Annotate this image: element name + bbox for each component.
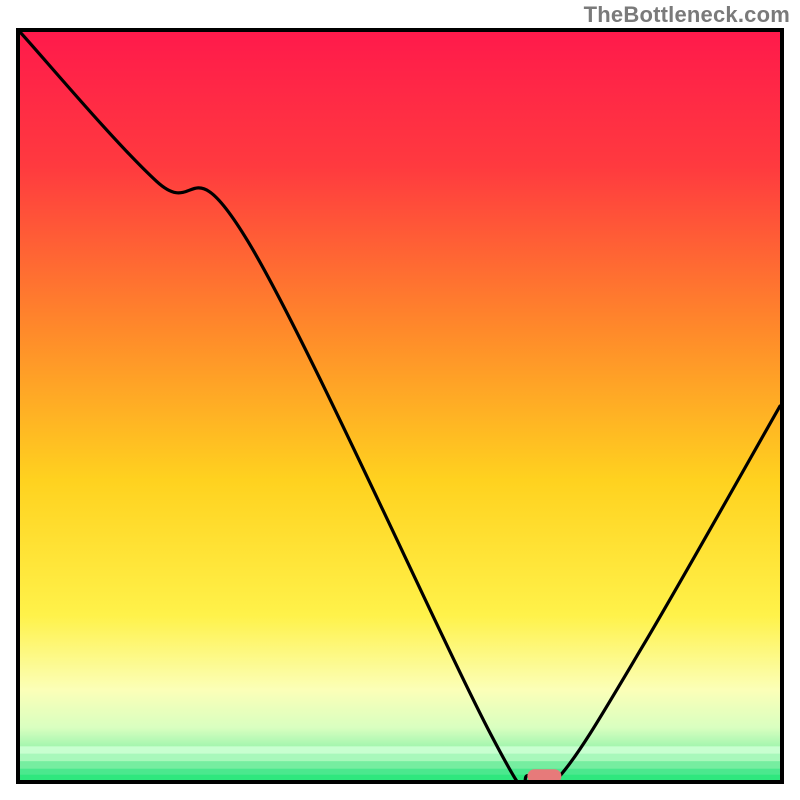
optimal-marker: [20, 32, 780, 780]
chart-container: TheBottleneck.com: [0, 0, 800, 800]
attribution-label: TheBottleneck.com: [584, 2, 790, 28]
plot-area: [20, 32, 780, 780]
plot-frame: [16, 28, 784, 784]
